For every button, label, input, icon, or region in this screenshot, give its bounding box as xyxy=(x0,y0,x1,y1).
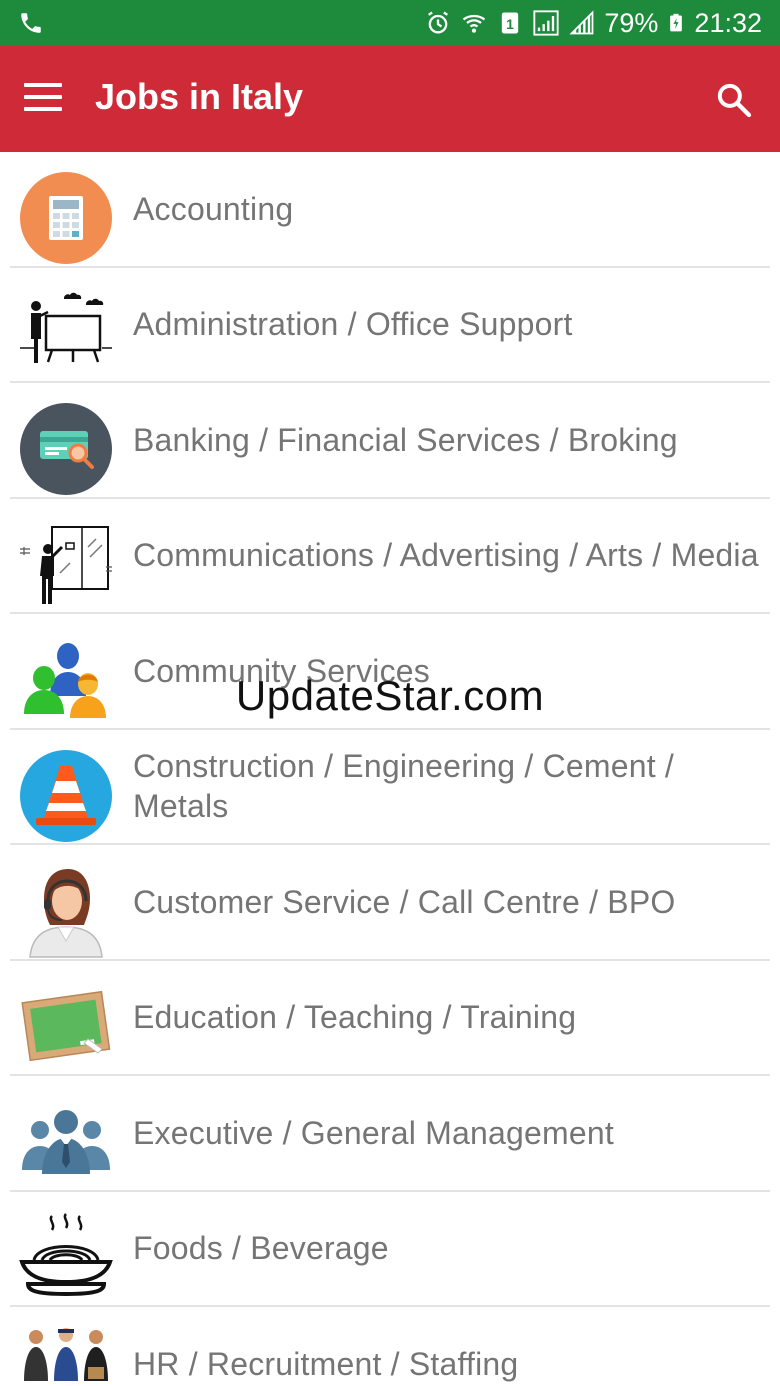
status-icons: 1 79% 21:32 xyxy=(424,0,762,46)
wifi-icon xyxy=(463,14,486,33)
calculator-icon xyxy=(20,172,112,264)
category-label: HR / Recruitment / Staffing xyxy=(133,1345,519,1382)
artist-canvas-icon xyxy=(20,525,112,604)
staff-group-icon xyxy=(24,1328,108,1381)
category-label: Banking / Financial Services / Broking xyxy=(133,421,678,458)
status-bar: 1 79% 21:32 xyxy=(0,0,780,46)
list-item[interactable]: Construction / Engineering / Cement / Me… xyxy=(10,730,770,845)
cheque-icon xyxy=(20,403,112,495)
category-label: Foods / Beverage xyxy=(133,1230,389,1267)
category-label: Customer Service / Call Centre / BPO xyxy=(133,883,676,920)
list-item[interactable]: Accounting xyxy=(10,152,770,268)
sim-1-icon: 1 xyxy=(502,12,519,34)
hamburger-menu-icon[interactable] xyxy=(24,83,62,113)
executive-team-icon xyxy=(22,1110,110,1174)
app-bar: Jobs in Italy xyxy=(0,46,780,152)
category-list: Accounting Administration / Office Suppo… xyxy=(0,152,780,1386)
category-label: Construction / Engineering / Cement / Me… xyxy=(133,748,675,825)
battery-percent: 79% xyxy=(604,7,659,38)
category-label: Education / Teaching / Training xyxy=(133,999,577,1036)
food-bowl-icon xyxy=(19,1212,113,1296)
list-item[interactable]: Banking / Financial Services / Broking xyxy=(10,383,770,499)
list-item[interactable]: Communications / Advertising / Arts / Me… xyxy=(10,499,770,614)
traffic-cone-icon xyxy=(20,749,112,842)
signal-icon xyxy=(569,10,594,35)
clock: 21:32 xyxy=(694,7,762,38)
list-item[interactable]: HR / Recruitment / Staffing xyxy=(10,1307,770,1386)
category-label: Accounting xyxy=(133,190,294,227)
chalkboard-icon xyxy=(21,990,111,1061)
presenter-board-icon xyxy=(20,292,112,363)
list-item[interactable]: Foods / Beverage xyxy=(10,1192,770,1307)
phone-icon xyxy=(21,13,41,33)
battery-charging-icon xyxy=(670,13,683,32)
category-label: Executive / General Management xyxy=(133,1114,614,1151)
page-title: Jobs in Italy xyxy=(95,76,304,117)
alarm-icon xyxy=(428,11,449,34)
category-label: Administration / Office Support xyxy=(133,306,573,343)
list-item[interactable]: Customer Service / Call Centre / BPO xyxy=(10,845,770,961)
list-item[interactable]: Executive / General Management xyxy=(10,1076,770,1192)
list-item[interactable]: Administration / Office Support xyxy=(10,268,770,383)
signal-icon xyxy=(533,10,559,36)
search-icon[interactable] xyxy=(714,80,754,120)
headset-agent-icon xyxy=(29,869,103,958)
list-item[interactable]: Education / Teaching / Training xyxy=(10,961,770,1076)
category-label: Communications / Advertising / Arts / Me… xyxy=(133,537,759,574)
svg-text:1: 1 xyxy=(506,16,514,32)
watermark: UpdateStar.com xyxy=(235,672,545,719)
